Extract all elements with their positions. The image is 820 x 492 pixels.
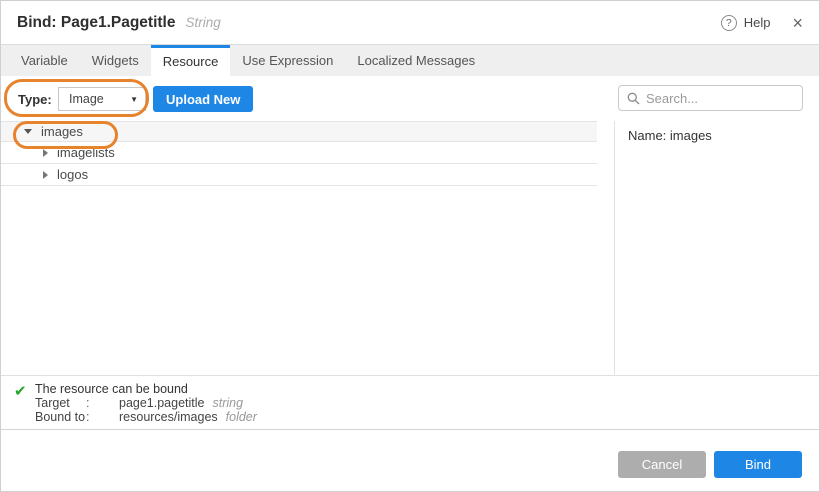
- search-icon: [627, 92, 640, 105]
- help-button[interactable]: ? Help: [721, 15, 771, 31]
- bind-dialog: Bind: Page1.Pagetitle String ? Help × Va…: [0, 0, 820, 492]
- status-row-value-type: folder: [226, 410, 257, 424]
- tree-item-label: logos: [57, 167, 88, 182]
- bind-button[interactable]: Bind: [714, 451, 802, 478]
- tab-resource[interactable]: Resource: [151, 45, 231, 76]
- status-row-colon: :: [86, 396, 119, 410]
- status-row-value-type: string: [213, 396, 244, 410]
- status-row-value-group: resources/images folder: [119, 410, 819, 424]
- dialog-footer: Cancel Bind: [1, 429, 819, 491]
- panel-divider: [614, 121, 615, 374]
- close-icon[interactable]: ×: [792, 14, 803, 32]
- help-label: Help: [744, 15, 771, 30]
- status-row-bound-to: Bound to : resources/images folder: [35, 410, 819, 424]
- status-row-label: Bound to: [35, 410, 86, 424]
- status-content: The resource can be bound Target : page1…: [35, 382, 819, 424]
- search-box[interactable]: [618, 85, 803, 111]
- dialog-titlebar: Bind: Page1.Pagetitle String ? Help ×: [1, 1, 819, 45]
- tab-widgets[interactable]: Widgets: [80, 45, 151, 76]
- tab-localized-messages[interactable]: Localized Messages: [345, 45, 487, 76]
- help-icon: ?: [721, 15, 737, 31]
- status-row-value: resources/images: [119, 410, 218, 424]
- status-row-value-group: page1.pagetitle string: [119, 396, 819, 410]
- check-icon: ✔: [14, 382, 27, 400]
- type-label: Type:: [18, 92, 52, 107]
- status-row-target: Target : page1.pagetitle string: [35, 396, 819, 410]
- cancel-button[interactable]: Cancel: [618, 451, 706, 478]
- dialog-title: Bind: Page1.Pagetitle: [17, 14, 175, 32]
- caret-right-icon[interactable]: [43, 171, 48, 179]
- caret-right-icon[interactable]: [43, 149, 48, 157]
- footer-buttons: Cancel Bind: [618, 451, 802, 478]
- type-select-value: Image: [59, 92, 130, 106]
- status-row-label: Target: [35, 396, 86, 410]
- status-message: The resource can be bound: [35, 382, 819, 396]
- search-input[interactable]: [646, 91, 794, 106]
- resource-name-text: Name: images: [628, 128, 712, 143]
- tab-bar: Variable Widgets Resource Use Expression…: [1, 45, 819, 76]
- tree-item-label: images: [41, 124, 83, 139]
- tree-item-imagelists[interactable]: imagelists: [1, 142, 597, 164]
- caret-down-icon[interactable]: [24, 129, 32, 134]
- tab-variable[interactable]: Variable: [9, 45, 80, 76]
- upload-new-button[interactable]: Upload New: [153, 86, 253, 112]
- status-row-value: page1.pagetitle: [119, 396, 205, 410]
- dialog-title-type: String: [185, 15, 220, 30]
- tab-use-expression[interactable]: Use Expression: [230, 45, 345, 76]
- status-panel: ✔ The resource can be bound Target : pag…: [1, 375, 819, 429]
- dropdown-arrow-icon: ▼: [130, 95, 145, 104]
- status-row-colon: :: [86, 410, 119, 424]
- type-select[interactable]: Image ▼: [58, 87, 146, 111]
- resource-tree: images imagelists logos: [1, 121, 597, 186]
- tree-item-images[interactable]: images: [1, 121, 597, 142]
- tree-item-label: imagelists: [57, 145, 115, 160]
- tree-item-logos[interactable]: logos: [1, 164, 597, 186]
